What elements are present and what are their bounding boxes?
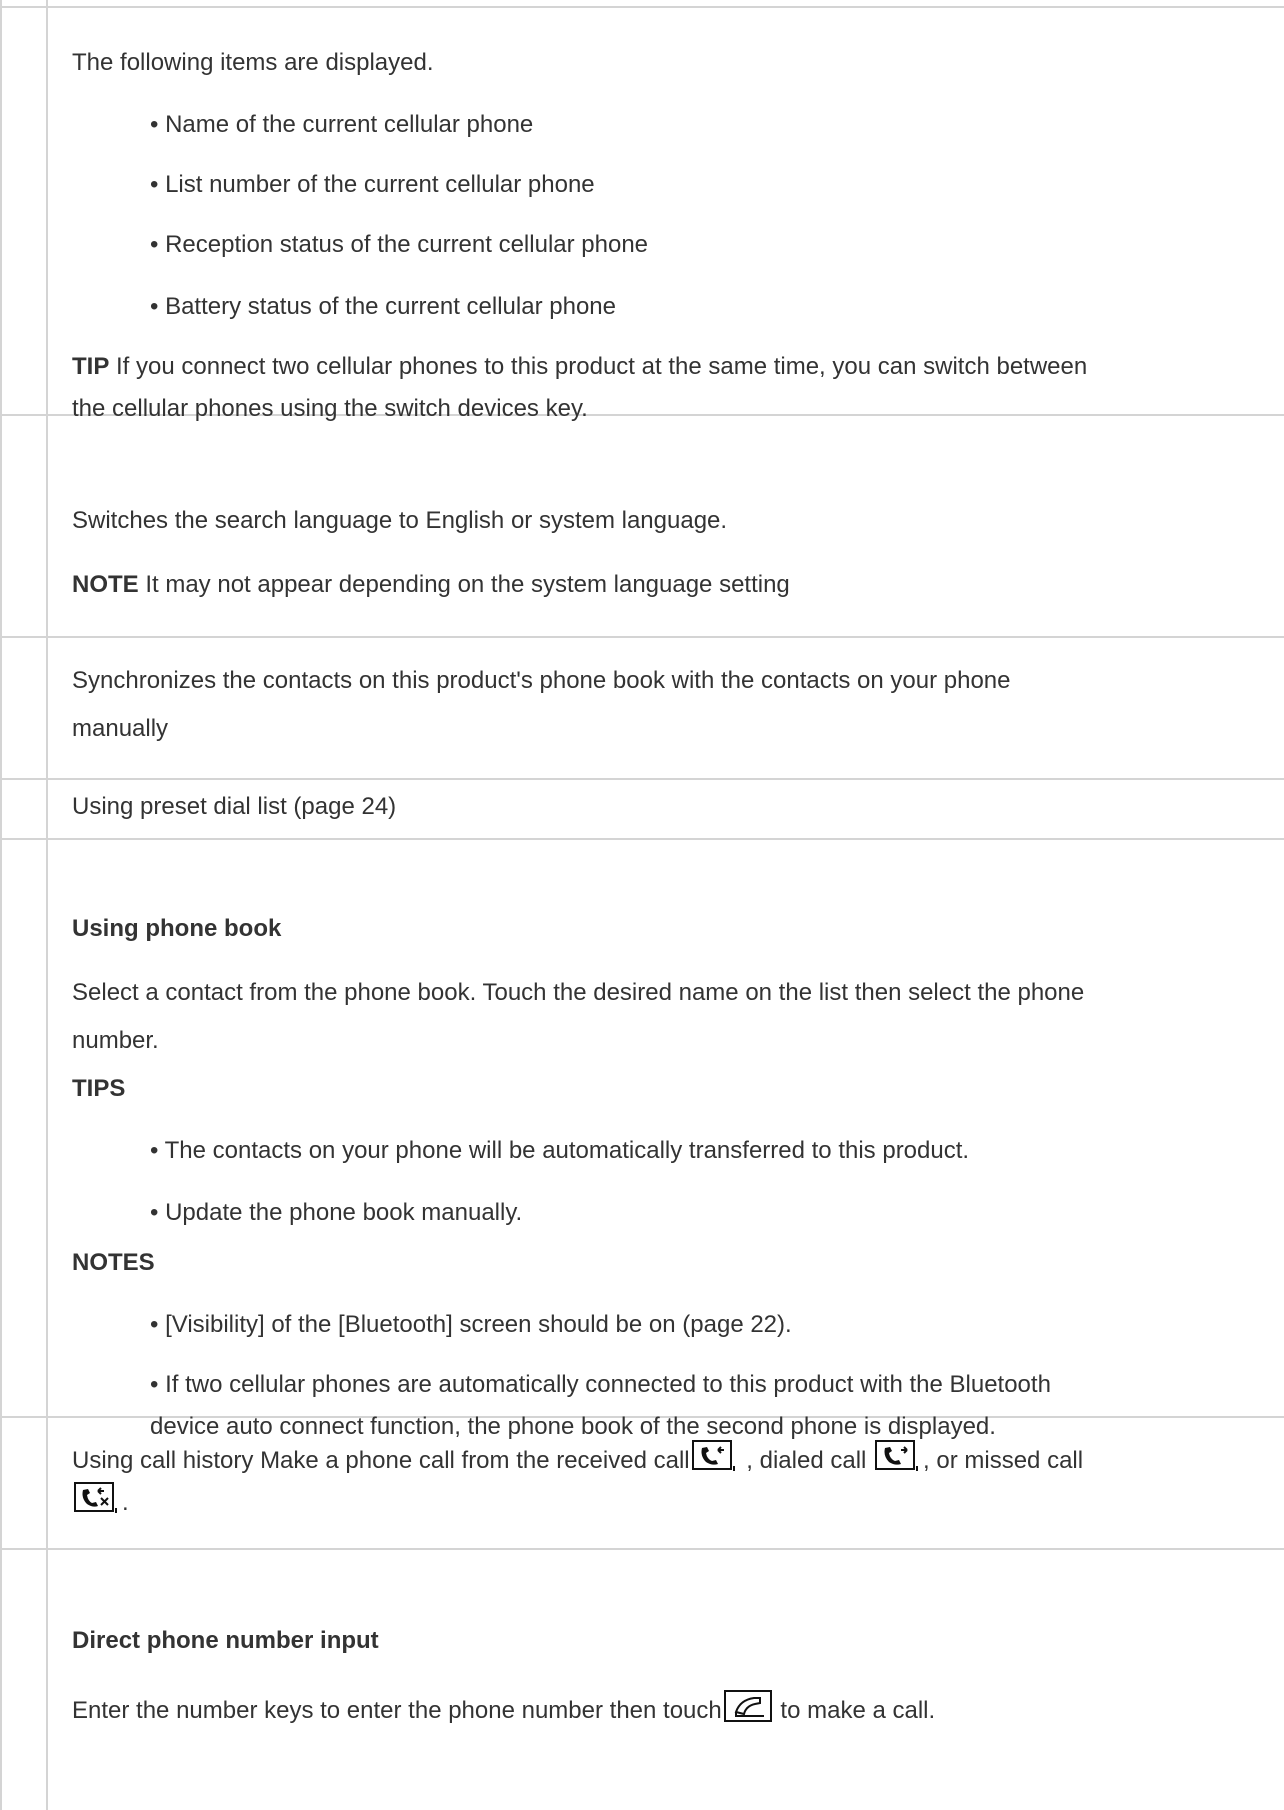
row2-text: Switches the search language to English … (72, 507, 728, 534)
call-key-icon (723, 1690, 772, 1733)
list-item: • Reception status of the current cellul… (150, 231, 649, 258)
dialed-call-text: , dialed call (739, 1447, 874, 1474)
direct-input-text: Enter the number keys to enter the phone… (72, 1697, 722, 1724)
row5-line1: Select a contact from the phone book. To… (72, 979, 1085, 1006)
received-call-icon (691, 1440, 738, 1483)
period-text: . (122, 1489, 129, 1516)
note-text: It may not appear depending on the syste… (138, 571, 790, 598)
row1-intro: The following items are displayed. (72, 49, 434, 76)
direct-input-heading: Direct phone number input (72, 1627, 379, 1654)
call-history-text: Using call history Make a phone call fro… (72, 1447, 690, 1474)
row-divider (0, 838, 1284, 840)
row5-line2: number. (72, 1027, 159, 1054)
tip-text: If you connect two cellular phones to th… (109, 353, 1088, 380)
row-divider (0, 778, 1284, 780)
missed-call-text: , or missed call (923, 1447, 1084, 1474)
row-divider (0, 6, 1284, 8)
list-item: • If two cellular phones are automatical… (150, 1371, 1051, 1398)
note-paragraph: NOTE It may not appear depending on the … (72, 566, 790, 603)
list-item: • [Visibility] of the [Bluetooth] screen… (150, 1311, 792, 1338)
row3-line2: manually (72, 715, 169, 742)
dialed-call-icon (875, 1440, 921, 1483)
note-label: NOTE (72, 571, 139, 598)
row4-text: Using preset dial list (page 24) (72, 793, 397, 820)
tip-paragraph: TIP If you connect two cellular phones t… (72, 348, 1087, 385)
row-divider (0, 636, 1284, 638)
list-item: • List number of the current cellular ph… (150, 171, 595, 198)
table-column-divider (46, 0, 48, 1810)
missed-call-line: . (72, 1482, 129, 1525)
notes-label: NOTES (72, 1249, 155, 1276)
direct-input-text-end: to make a call. (773, 1697, 936, 1724)
list-item: • Name of the current cellular phone (150, 111, 534, 138)
missed-call-icon (74, 1482, 120, 1525)
table-left-border (0, 0, 2, 1810)
tip-label: TIP (72, 353, 110, 380)
direct-input-line: Enter the number keys to enter the phone… (72, 1690, 935, 1733)
list-item: • The contacts on your phone will be aut… (150, 1137, 970, 1164)
row-divider (0, 1548, 1284, 1550)
row3-line1: Synchronizes the contacts on this produc… (72, 667, 1011, 694)
tips-label: TIPS (72, 1075, 126, 1102)
list-item: • Update the phone book manually. (150, 1199, 523, 1226)
list-item: • Battery status of the current cellular… (150, 293, 616, 320)
phone-book-heading: Using phone book (72, 915, 282, 942)
tip-text-continued: the cellular phones using the switch dev… (72, 395, 588, 422)
call-history-line: Using call history Make a phone call fro… (72, 1440, 1083, 1483)
